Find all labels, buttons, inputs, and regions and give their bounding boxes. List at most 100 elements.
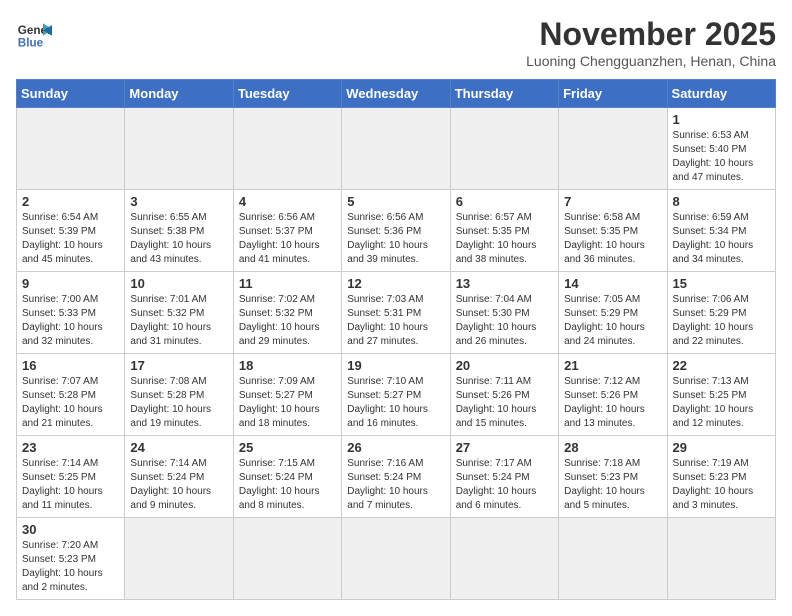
day-info: Sunrise: 6:53 AM Sunset: 5:40 PM Dayligh… [673, 129, 770, 185]
weekday-header-friday: Friday [559, 80, 667, 108]
day-info: Sunrise: 6:57 AM Sunset: 5:35 PM Dayligh… [456, 211, 553, 267]
day-info: Sunrise: 7:20 AM Sunset: 5:23 PM Dayligh… [22, 539, 119, 595]
calendar-cell: 12Sunrise: 7:03 AM Sunset: 5:31 PM Dayli… [342, 272, 450, 354]
weekday-header-thursday: Thursday [450, 80, 558, 108]
day-info: Sunrise: 7:11 AM Sunset: 5:26 PM Dayligh… [456, 375, 553, 431]
weekday-header-tuesday: Tuesday [233, 80, 341, 108]
day-number: 22 [673, 358, 770, 373]
calendar-cell: 11 Sunrise: 7:02 AM Sunset: 5:32 PM Dayli… [233, 272, 341, 354]
calendar-cell: 7Sunrise: 6:58 AM Sunset: 5:35 PM Daylig… [559, 190, 667, 272]
day-number: 1 [673, 112, 770, 127]
day-info: Sunrise: 7:14 AM Sunset: 5:24 PM Dayligh… [130, 457, 227, 513]
day-number: 12 [347, 276, 444, 291]
calendar-cell: 21Sunrise: 7:12 AM Sunset: 5:26 PM Dayli… [559, 354, 667, 436]
calendar-cell: 6 Sunrise: 6:57 AM Sunset: 5:35 PM Daylig… [450, 190, 558, 272]
calendar-week-4: 16 Sunrise: 7:07 AM Sunset: 5:28 PM Dayli… [17, 354, 776, 436]
calendar-cell: 5 Sunrise: 6:56 AM Sunset: 5:36 PM Daylig… [342, 190, 450, 272]
page-header: General Blue November 2025 Luoning Cheng… [16, 16, 776, 69]
day-info: Sunrise: 7:10 AM Sunset: 5:27 PM Dayligh… [347, 375, 444, 431]
day-info: Sunrise: 6:54 AM Sunset: 5:39 PM Dayligh… [22, 211, 119, 267]
day-number: 13 [456, 276, 553, 291]
calendar-cell [450, 518, 558, 600]
calendar-week-6: 30 Sunrise: 7:20 AM Sunset: 5:23 PM Dayli… [17, 518, 776, 600]
calendar-cell [233, 108, 341, 190]
day-number: 16 [22, 358, 119, 373]
day-info: Sunrise: 7:13 AM Sunset: 5:25 PM Dayligh… [673, 375, 770, 431]
weekday-header-monday: Monday [125, 80, 233, 108]
day-number: 17 [130, 358, 227, 373]
calendar-week-1: 1 Sunrise: 6:53 AM Sunset: 5:40 PM Daylig… [17, 108, 776, 190]
calendar-cell: 24Sunrise: 7:14 AM Sunset: 5:24 PM Dayli… [125, 436, 233, 518]
day-info: Sunrise: 7:07 AM Sunset: 5:28 PM Dayligh… [22, 375, 119, 431]
day-info: Sunrise: 7:01 AM Sunset: 5:32 PM Dayligh… [130, 293, 227, 349]
day-number: 8 [673, 194, 770, 209]
calendar-cell [125, 108, 233, 190]
calendar-cell: 25 Sunrise: 7:15 AM Sunset: 5:24 PM Dayli… [233, 436, 341, 518]
month-title: November 2025 [526, 16, 776, 53]
weekday-header-wednesday: Wednesday [342, 80, 450, 108]
calendar-cell: 28 Sunrise: 7:18 AM Sunset: 5:23 PM Dayli… [559, 436, 667, 518]
calendar-cell: 4 Sunrise: 6:56 AM Sunset: 5:37 PM Daylig… [233, 190, 341, 272]
day-number: 14 [564, 276, 661, 291]
calendar-cell: 22 Sunrise: 7:13 AM Sunset: 5:25 PM Dayli… [667, 354, 775, 436]
calendar-week-5: 23 Sunrise: 7:14 AM Sunset: 5:25 PM Dayli… [17, 436, 776, 518]
calendar-cell: 17 Sunrise: 7:08 AM Sunset: 5:28 PM Dayli… [125, 354, 233, 436]
calendar-cell [559, 108, 667, 190]
day-number: 19 [347, 358, 444, 373]
day-number: 18 [239, 358, 336, 373]
calendar-cell [559, 518, 667, 600]
calendar-week-3: 9Sunrise: 7:00 AM Sunset: 5:33 PM Daylig… [17, 272, 776, 354]
day-number: 28 [564, 440, 661, 455]
day-info: Sunrise: 7:09 AM Sunset: 5:27 PM Dayligh… [239, 375, 336, 431]
calendar-table: SundayMondayTuesdayWednesdayThursdayFrid… [16, 79, 776, 600]
calendar-cell: 18 Sunrise: 7:09 AM Sunset: 5:27 PM Dayli… [233, 354, 341, 436]
day-info: Sunrise: 7:12 AM Sunset: 5:26 PM Dayligh… [564, 375, 661, 431]
svg-text:Blue: Blue [18, 37, 44, 50]
calendar-cell: 13Sunrise: 7:04 AM Sunset: 5:30 PM Dayli… [450, 272, 558, 354]
day-info: Sunrise: 7:00 AM Sunset: 5:33 PM Dayligh… [22, 293, 119, 349]
logo-icon: General Blue [16, 16, 52, 52]
calendar-cell: 15Sunrise: 7:06 AM Sunset: 5:29 PM Dayli… [667, 272, 775, 354]
calendar-cell [125, 518, 233, 600]
day-info: Sunrise: 7:14 AM Sunset: 5:25 PM Dayligh… [22, 457, 119, 513]
day-info: Sunrise: 7:08 AM Sunset: 5:28 PM Dayligh… [130, 375, 227, 431]
calendar-cell [17, 108, 125, 190]
day-info: Sunrise: 7:05 AM Sunset: 5:29 PM Dayligh… [564, 293, 661, 349]
day-number: 27 [456, 440, 553, 455]
day-info: Sunrise: 7:18 AM Sunset: 5:23 PM Dayligh… [564, 457, 661, 513]
day-number: 5 [347, 194, 444, 209]
calendar-cell: 29Sunrise: 7:19 AM Sunset: 5:23 PM Dayli… [667, 436, 775, 518]
day-number: 30 [22, 522, 119, 537]
day-info: Sunrise: 7:02 AM Sunset: 5:32 PM Dayligh… [239, 293, 336, 349]
day-info: Sunrise: 6:56 AM Sunset: 5:36 PM Dayligh… [347, 211, 444, 267]
day-number: 20 [456, 358, 553, 373]
day-info: Sunrise: 6:56 AM Sunset: 5:37 PM Dayligh… [239, 211, 336, 267]
calendar-cell: 27Sunrise: 7:17 AM Sunset: 5:24 PM Dayli… [450, 436, 558, 518]
day-info: Sunrise: 6:55 AM Sunset: 5:38 PM Dayligh… [130, 211, 227, 267]
calendar-cell: 20 Sunrise: 7:11 AM Sunset: 5:26 PM Dayli… [450, 354, 558, 436]
calendar-cell [233, 518, 341, 600]
day-number: 23 [22, 440, 119, 455]
day-number: 4 [239, 194, 336, 209]
day-info: Sunrise: 6:59 AM Sunset: 5:34 PM Dayligh… [673, 211, 770, 267]
day-info: Sunrise: 7:15 AM Sunset: 5:24 PM Dayligh… [239, 457, 336, 513]
calendar-cell: 8 Sunrise: 6:59 AM Sunset: 5:34 PM Daylig… [667, 190, 775, 272]
calendar-cell [450, 108, 558, 190]
calendar-cell: 30 Sunrise: 7:20 AM Sunset: 5:23 PM Dayli… [17, 518, 125, 600]
calendar-cell: 1 Sunrise: 6:53 AM Sunset: 5:40 PM Daylig… [667, 108, 775, 190]
weekday-header-row: SundayMondayTuesdayWednesdayThursdayFrid… [17, 80, 776, 108]
calendar-cell: 14 Sunrise: 7:05 AM Sunset: 5:29 PM Dayli… [559, 272, 667, 354]
calendar-cell: 3 Sunrise: 6:55 AM Sunset: 5:38 PM Daylig… [125, 190, 233, 272]
day-number: 3 [130, 194, 227, 209]
day-number: 11 [239, 276, 336, 291]
day-number: 6 [456, 194, 553, 209]
calendar-cell: 9Sunrise: 7:00 AM Sunset: 5:33 PM Daylig… [17, 272, 125, 354]
calendar-cell: 16 Sunrise: 7:07 AM Sunset: 5:28 PM Dayli… [17, 354, 125, 436]
day-number: 25 [239, 440, 336, 455]
day-number: 26 [347, 440, 444, 455]
day-number: 2 [22, 194, 119, 209]
day-number: 15 [673, 276, 770, 291]
day-number: 7 [564, 194, 661, 209]
calendar-cell: 10Sunrise: 7:01 AM Sunset: 5:32 PM Dayli… [125, 272, 233, 354]
title-block: November 2025 Luoning Chengguanzhen, Hen… [526, 16, 776, 69]
